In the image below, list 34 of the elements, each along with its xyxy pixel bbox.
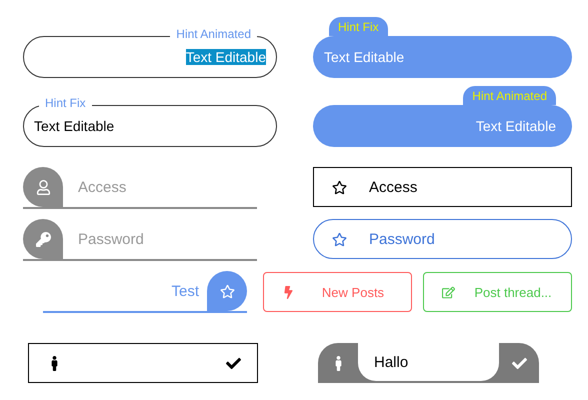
star-icon xyxy=(220,284,234,298)
input-field[interactable] xyxy=(28,343,258,383)
user-icon xyxy=(36,180,50,194)
lightning-icon xyxy=(282,286,295,298)
key-icon xyxy=(36,232,50,246)
field-value: Text Editable xyxy=(34,118,114,134)
field-value: Text Editable xyxy=(186,49,266,65)
field-hint: Hint Animated xyxy=(463,86,556,105)
input-field[interactable]: Password xyxy=(313,219,572,259)
edit-icon xyxy=(442,286,455,298)
field-value: Hallo xyxy=(374,354,408,370)
field-value: Access xyxy=(369,178,418,196)
input-field[interactable]: Hallo xyxy=(318,343,539,383)
input-field[interactable]: Password xyxy=(23,219,257,261)
input-field[interactable]: Access xyxy=(23,167,257,209)
search-field[interactable]: Test xyxy=(43,271,247,313)
field-value: Test xyxy=(171,282,199,300)
text-field[interactable]: Text Editable xyxy=(313,36,572,78)
field-hint: Hint Fix xyxy=(39,96,92,110)
check-icon xyxy=(512,356,526,370)
placeholder: Access xyxy=(78,178,126,196)
action-button[interactable]: New Posts xyxy=(263,272,412,312)
star-icon xyxy=(332,180,347,194)
field-hint: Hint Fix xyxy=(329,17,388,36)
field-value: Text Editable xyxy=(476,118,556,134)
field-value: Text Editable xyxy=(324,49,404,65)
placeholder: Password xyxy=(78,230,144,248)
check-icon xyxy=(226,356,241,370)
star-icon xyxy=(332,232,347,246)
action-button[interactable]: Post thread... xyxy=(423,272,572,312)
text-field[interactable]: Text Editable xyxy=(313,105,572,147)
input-field[interactable]: Access xyxy=(313,167,572,207)
field-value: Password xyxy=(369,230,435,248)
field-hint: Hint Animated xyxy=(170,27,257,41)
